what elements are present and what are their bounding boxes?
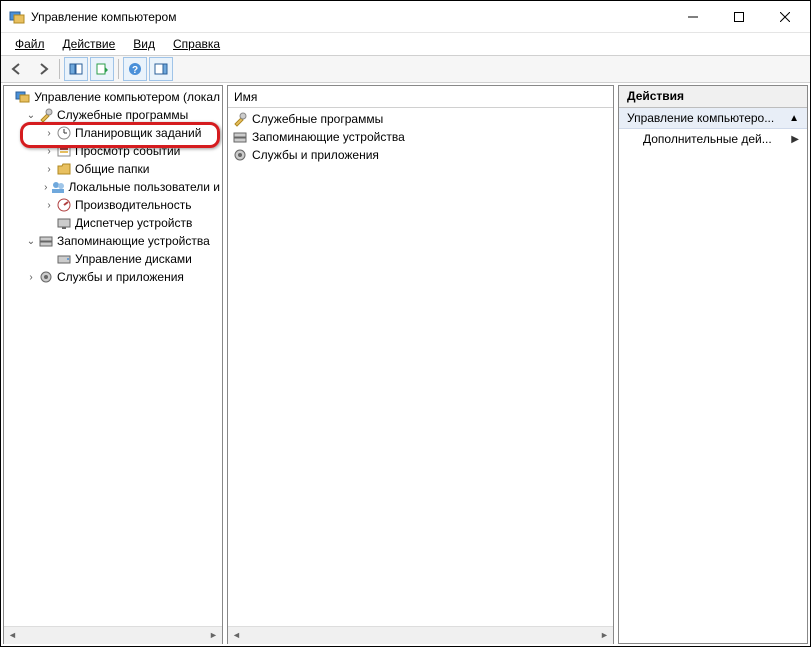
tree-label: Просмотр событий bbox=[75, 144, 180, 158]
menu-view[interactable]: Вид bbox=[125, 35, 163, 53]
tools-icon bbox=[232, 111, 248, 127]
titlebar: Управление компьютером bbox=[1, 1, 810, 33]
tree-pane: Управление компьютером (локал ⌄ Служебны… bbox=[3, 85, 223, 644]
shared-folder-icon bbox=[56, 161, 72, 177]
list-item-label: Запоминающие устройства bbox=[252, 130, 405, 144]
action-more[interactable]: Дополнительные дей... ▶ bbox=[619, 129, 807, 149]
list-pane: Имя Служебные программы Запоминающие уст… bbox=[227, 85, 614, 644]
tree-label: Производительность bbox=[75, 198, 191, 212]
menu-action[interactable]: Действие bbox=[55, 35, 124, 53]
chevron-down-icon[interactable]: ⌄ bbox=[24, 236, 38, 247]
tree-event-viewer[interactable]: › Просмотр событий bbox=[6, 142, 220, 160]
tree-label: Планировщик заданий bbox=[75, 126, 201, 140]
console-tree[interactable]: Управление компьютером (локал ⌄ Служебны… bbox=[4, 86, 222, 626]
minimize-button[interactable] bbox=[670, 2, 716, 32]
forward-button[interactable] bbox=[31, 57, 55, 81]
disk-icon bbox=[56, 251, 72, 267]
scroll-track[interactable] bbox=[21, 627, 205, 644]
chevron-right-icon: ▶ bbox=[791, 134, 799, 145]
chevron-right-icon[interactable]: › bbox=[42, 128, 56, 139]
close-button[interactable] bbox=[762, 2, 808, 32]
list-item[interactable]: Служебные программы bbox=[232, 110, 609, 128]
tree-performance[interactable]: › Производительность bbox=[6, 196, 220, 214]
tree-label: Запоминающие устройства bbox=[57, 234, 210, 248]
tree-system-tools[interactable]: ⌄ Служебные программы bbox=[6, 106, 220, 124]
tree-device-manager[interactable]: Диспетчер устройств bbox=[6, 214, 220, 232]
scroll-track[interactable] bbox=[245, 627, 596, 644]
list-item-label: Служебные программы bbox=[252, 112, 383, 126]
tree-disk-management[interactable]: Управление дисками bbox=[6, 250, 220, 268]
menu-file[interactable]: Файл bbox=[7, 35, 53, 53]
tools-icon bbox=[38, 107, 54, 123]
chevron-right-icon[interactable]: › bbox=[42, 200, 56, 211]
back-button[interactable] bbox=[5, 57, 29, 81]
list-item[interactable]: Службы и приложения bbox=[232, 146, 609, 164]
show-action-pane-button[interactable] bbox=[149, 57, 173, 81]
computer-management-icon bbox=[15, 89, 31, 105]
services-icon bbox=[38, 269, 54, 285]
app-icon bbox=[9, 9, 25, 25]
toolbar-separator bbox=[118, 59, 119, 79]
chevron-right-icon[interactable]: › bbox=[42, 164, 56, 175]
chevron-right-icon[interactable]: › bbox=[42, 182, 50, 193]
show-hide-tree-button[interactable] bbox=[64, 57, 88, 81]
column-name[interactable]: Имя bbox=[234, 90, 297, 104]
storage-icon bbox=[232, 129, 248, 145]
window-title: Управление компьютером bbox=[31, 10, 670, 24]
svg-text:?: ? bbox=[132, 65, 138, 76]
menubar: Файл Действие Вид Справка bbox=[1, 33, 810, 55]
actions-header: Действия bbox=[619, 86, 807, 108]
tree-label: Общие папки bbox=[75, 162, 149, 176]
tree-task-scheduler[interactable]: › Планировщик заданий bbox=[6, 124, 220, 142]
tree-local-users[interactable]: › Локальные пользователи и bbox=[6, 178, 220, 196]
list-view[interactable]: Служебные программы Запоминающие устройс… bbox=[228, 108, 613, 626]
maximize-button[interactable] bbox=[716, 2, 762, 32]
storage-icon bbox=[38, 233, 54, 249]
tree-label: Управление компьютером (локал bbox=[34, 90, 220, 104]
scroll-left-icon[interactable]: ◄ bbox=[4, 627, 21, 644]
list-item-label: Службы и приложения bbox=[252, 148, 379, 162]
tree-label: Управление дисками bbox=[75, 252, 192, 266]
tree-label: Службы и приложения bbox=[57, 270, 184, 284]
scrollbar-horizontal[interactable]: ◄ ► bbox=[4, 626, 222, 643]
export-list-button[interactable] bbox=[90, 57, 114, 81]
window-controls bbox=[670, 2, 808, 32]
tree-label: Диспетчер устройств bbox=[75, 216, 192, 230]
actions-section-label: Управление компьютеро... bbox=[627, 111, 774, 125]
event-viewer-icon bbox=[56, 143, 72, 159]
toolbar-separator bbox=[59, 59, 60, 79]
chevron-right-icon[interactable]: › bbox=[42, 146, 56, 157]
column-header: Имя bbox=[228, 86, 613, 108]
performance-icon bbox=[56, 197, 72, 213]
toolbar: ? bbox=[1, 55, 810, 83]
list-item[interactable]: Запоминающие устройства bbox=[232, 128, 609, 146]
tree-label: Служебные программы bbox=[57, 108, 188, 122]
actions-section[interactable]: Управление компьютеро... ▲ bbox=[619, 108, 807, 129]
clock-icon bbox=[56, 125, 72, 141]
services-icon bbox=[232, 147, 248, 163]
tree-shared-folders[interactable]: › Общие папки bbox=[6, 160, 220, 178]
menu-help[interactable]: Справка bbox=[165, 35, 228, 53]
tree-services-apps[interactable]: › Службы и приложения bbox=[6, 268, 220, 286]
help-button[interactable]: ? bbox=[123, 57, 147, 81]
device-manager-icon bbox=[56, 215, 72, 231]
scroll-right-icon[interactable]: ► bbox=[596, 627, 613, 644]
collapse-up-icon[interactable]: ▲ bbox=[789, 113, 799, 124]
chevron-down-icon[interactable]: ⌄ bbox=[24, 110, 38, 121]
chevron-right-icon[interactable]: › bbox=[24, 272, 38, 283]
content-area: Управление компьютером (локал ⌄ Служебны… bbox=[1, 83, 810, 646]
tree-storage[interactable]: ⌄ Запоминающие устройства bbox=[6, 232, 220, 250]
scrollbar-horizontal[interactable]: ◄ ► bbox=[228, 626, 613, 643]
actions-pane: Действия Управление компьютеро... ▲ Допо… bbox=[618, 85, 808, 644]
scroll-left-icon[interactable]: ◄ bbox=[228, 627, 245, 644]
tree-label: Локальные пользователи и bbox=[69, 180, 220, 194]
tree-root[interactable]: Управление компьютером (локал bbox=[6, 88, 220, 106]
scroll-right-icon[interactable]: ► bbox=[205, 627, 222, 644]
action-item-label: Дополнительные дей... bbox=[643, 132, 772, 146]
users-icon bbox=[50, 179, 66, 195]
